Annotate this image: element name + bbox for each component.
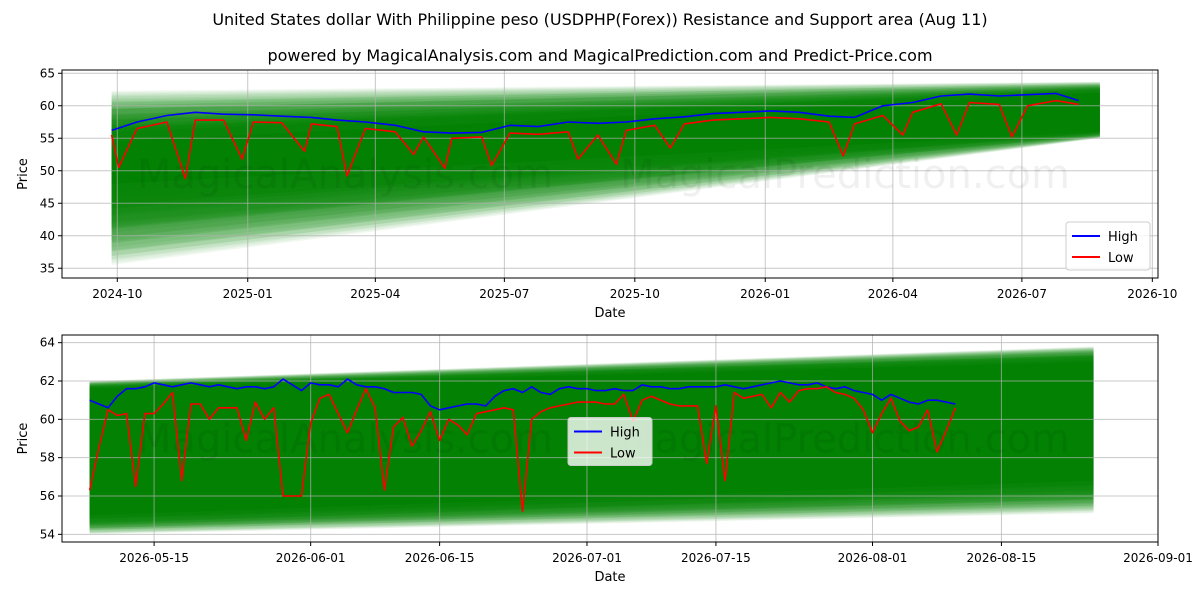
y-axis: 54 56 58 60 62 64 Price: [16, 336, 62, 541]
legend-label-high: High: [610, 426, 640, 441]
x-tick-label: 2026-09-01: [1123, 551, 1193, 565]
y-tick-label: 65: [40, 66, 55, 80]
y-tick-label: 58: [40, 451, 55, 465]
x-tick-label: 2026-07: [997, 287, 1047, 301]
legend-label-high: High: [1108, 230, 1138, 245]
watermark-text: MagicalAnalysis.com: [137, 417, 553, 463]
watermark-text: MagicalAnalysis.com: [137, 152, 553, 198]
x-tick-label: 2026-06-15: [405, 551, 475, 565]
y-tick-label: 50: [40, 164, 55, 178]
chart-panel-1: MagicalAnalysis.com MagicalPrediction.com…: [16, 66, 1177, 321]
x-tick-label: 2025-01: [223, 287, 273, 301]
x-tick-label: 2026-04: [868, 287, 918, 301]
x-tick-label: 2026-08-15: [967, 551, 1037, 565]
chart-panel-2: MagicalAnalysis.com MagicalPrediction.com…: [16, 334, 1193, 585]
y-axis-label: Price: [16, 158, 31, 190]
y-tick-label: 60: [40, 412, 55, 426]
legend-label-low: Low: [1108, 251, 1134, 266]
x-tick-label: 2024-10: [92, 287, 142, 301]
watermark-text: MagicalPrediction.com: [620, 417, 1070, 463]
y-axis: 35 40 45 50 55 60 65 Price: [16, 66, 62, 275]
chart-figure: United States dollar With Philippine pes…: [0, 0, 1200, 600]
y-tick-label: 45: [40, 196, 55, 210]
x-tick-label: 2026-07-15: [681, 551, 751, 565]
chart-canvas: MagicalAnalysis.com MagicalPrediction.com…: [16, 66, 1193, 585]
y-axis-label: Price: [16, 423, 31, 455]
x-tick-label: 2026-01: [740, 287, 790, 301]
legend-label-low: Low: [610, 447, 636, 462]
x-axis: 2026-05-15 2026-06-01 2026-06-15 2026-07-01…: [119, 542, 1193, 585]
x-axis-label: Date: [594, 306, 625, 321]
watermark-text: MagicalPrediction.com: [620, 152, 1070, 198]
x-tick-label: 2026-07-01: [552, 551, 622, 565]
y-tick-label: 62: [40, 374, 55, 388]
y-tick-label: 35: [40, 261, 55, 275]
y-tick-label: 64: [40, 336, 55, 350]
x-tick-label: 2025-10: [610, 287, 660, 301]
x-tick-label: 2025-04: [350, 287, 400, 301]
x-tick-label: 2026-08-01: [838, 551, 908, 565]
x-tick-label: 2026-10: [1127, 287, 1177, 301]
legend: High Low: [1065, 221, 1151, 271]
y-tick-label: 55: [40, 131, 55, 145]
x-axis: 2024-10 2025-01 2025-04 2025-07 2025-10 2026-…: [92, 278, 1177, 321]
legend: High Low: [567, 417, 653, 466]
x-tick-label: 2025-07: [479, 287, 529, 301]
y-tick-label: 60: [40, 99, 55, 113]
x-tick-label: 2026-05-15: [119, 551, 189, 565]
x-tick-label: 2026-06-01: [276, 551, 346, 565]
y-tick-label: 56: [40, 489, 55, 503]
y-tick-label: 54: [40, 527, 55, 541]
y-tick-label: 40: [40, 229, 55, 243]
x-axis-label: Date: [594, 570, 625, 585]
